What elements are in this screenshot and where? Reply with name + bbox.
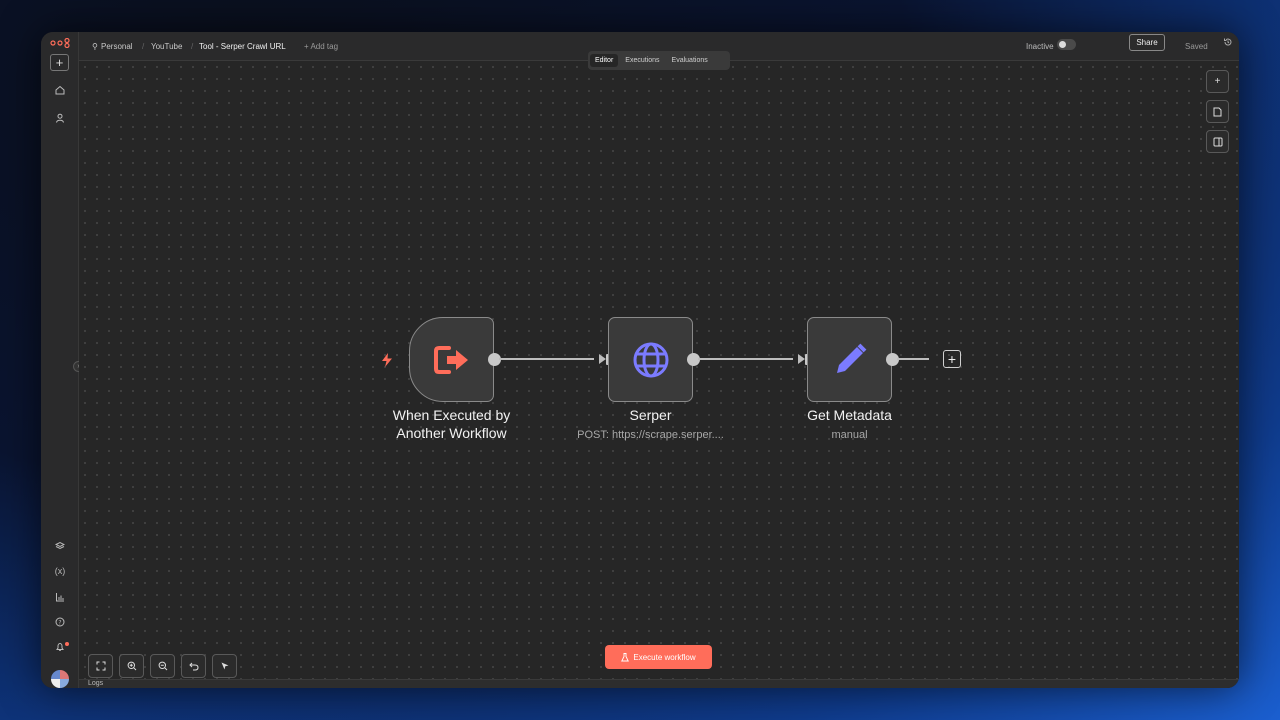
node-get-metadata[interactable] [807, 317, 892, 402]
canvas-bottom-toolbar [88, 654, 237, 678]
breadcrumb-folder[interactable]: YouTube [151, 42, 182, 51]
canvas-right-toolbar: + [1206, 70, 1229, 153]
app-window: + (x) ? › ⚲ Personal / YouTube / Tool - … [41, 32, 1239, 688]
add-node-button[interactable]: + [1206, 70, 1229, 93]
pointer-mode-button[interactable] [212, 654, 237, 678]
tab-editor[interactable]: Editor [590, 54, 619, 67]
view-tabs: Editor Executions Evaluations [588, 51, 730, 70]
zoom-out-button[interactable] [150, 654, 175, 678]
tab-executions[interactable]: Executions [620, 54, 664, 67]
breadcrumb-separator: / [142, 42, 145, 51]
node-label-get-metadata: Get Metadata [807, 407, 892, 423]
create-button[interactable]: + [50, 54, 69, 71]
templates-icon[interactable] [51, 537, 69, 555]
logs-panel-bar[interactable]: Logs [79, 679, 1239, 688]
side-panel-button[interactable] [1206, 130, 1229, 153]
lightning-icon [382, 353, 392, 367]
breadcrumb-separator: / [191, 42, 194, 51]
arrowhead [798, 354, 805, 364]
node-label-trigger: When Executed by Another Workflow [392, 407, 511, 441]
undo-button[interactable] [181, 654, 206, 678]
workflow-title[interactable]: Tool - Serper Crawl URL [199, 42, 286, 51]
active-status-label: Inactive [1026, 42, 1054, 51]
workflow-canvas[interactable]: + When Executed by Another Workflow Serp… [79, 61, 1239, 688]
node-serper[interactable] [608, 317, 693, 402]
insights-icon[interactable] [51, 588, 69, 606]
notification-dot [65, 642, 69, 646]
connection-edge [897, 358, 929, 360]
svg-text:?: ? [58, 619, 61, 626]
pencil-icon [836, 343, 866, 373]
share-button[interactable]: Share [1129, 34, 1165, 51]
user-icon[interactable] [51, 109, 69, 127]
node-subtitle-get-metadata: manual [831, 429, 868, 441]
breadcrumb-project[interactable]: Personal [101, 42, 133, 51]
sticky-note-button[interactable] [1206, 100, 1229, 123]
saved-status: Saved [1185, 42, 1208, 51]
left-sidebar: + (x) ? [41, 32, 79, 688]
globe-icon [633, 342, 668, 377]
execute-workflow-button[interactable]: Execute workflow [605, 645, 712, 669]
flask-icon [621, 652, 630, 661]
connection-edge[interactable] [499, 358, 594, 360]
bell-icon[interactable] [51, 638, 69, 656]
history-icon[interactable] [1223, 37, 1233, 47]
add-tag-link[interactable]: + Add tag [304, 42, 338, 51]
node-label-serper: Serper [629, 407, 672, 423]
avatar[interactable] [51, 670, 69, 688]
help-icon[interactable]: ? [51, 613, 69, 631]
tab-evaluations[interactable]: Evaluations [667, 54, 713, 67]
execute-workflow-label: Execute workflow [633, 652, 696, 662]
add-next-node-button[interactable]: + [943, 350, 961, 368]
user-small-icon: ⚲ [92, 42, 98, 51]
active-toggle[interactable] [1057, 39, 1076, 50]
node-execute-workflow-trigger[interactable] [409, 317, 494, 402]
logs-label: Logs [88, 680, 104, 687]
zoom-in-button[interactable] [119, 654, 144, 678]
arrowhead [599, 354, 606, 364]
fit-view-button[interactable] [88, 654, 113, 678]
home-icon[interactable] [51, 81, 69, 99]
n8n-logo-icon[interactable] [50, 38, 70, 48]
connection-edge[interactable] [698, 358, 793, 360]
node-subtitle-serper: POST: https://scrape.serper.... [577, 429, 724, 441]
variables-icon[interactable]: (x) [51, 562, 69, 580]
sign-in-icon [433, 345, 468, 374]
